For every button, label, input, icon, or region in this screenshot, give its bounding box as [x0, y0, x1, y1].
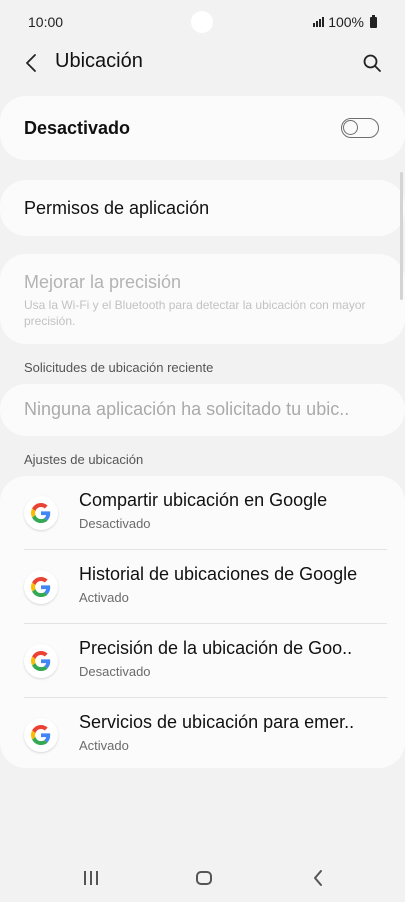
status-right: 100% [313, 14, 377, 30]
app-header: Ubicación [0, 42, 405, 82]
list-item-google-location-accuracy[interactable]: Precisión de la ubicación de Goo.. Desac… [0, 624, 405, 698]
search-button[interactable] [359, 50, 385, 76]
list-item-emergency-location-services[interactable]: Servicios de ubicación para emer.. Activ… [0, 698, 405, 772]
system-back-button[interactable] [306, 867, 330, 889]
location-switch[interactable] [341, 118, 379, 138]
back-arrow-icon [314, 870, 322, 886]
list-item-title: Servicios de ubicación para emer.. [79, 712, 355, 732]
google-icon [24, 718, 58, 752]
location-settings-card: Compartir ubicación en Google Desactivad… [0, 476, 405, 768]
list-item-title: Compartir ubicación en Google [79, 490, 328, 510]
system-nav-bar [0, 856, 405, 902]
home-icon [196, 871, 212, 885]
search-icon [363, 54, 381, 72]
improve-precision-title: Mejorar la precisión [24, 272, 182, 292]
home-button[interactable] [192, 867, 216, 889]
battery-percent: 100% [328, 14, 364, 30]
list-item-subtitle: Activado [79, 738, 129, 753]
app-permissions-item[interactable]: Permisos de aplicación [0, 180, 405, 236]
signal-icon [313, 17, 325, 27]
list-item-subtitle: Desactivado [79, 664, 151, 679]
list-item-google-location-sharing[interactable]: Compartir ubicación en Google Desactivad… [0, 476, 405, 550]
switch-knob [343, 120, 358, 135]
google-icon [24, 644, 58, 678]
chevron-left-icon [26, 54, 36, 72]
back-button[interactable] [18, 50, 44, 76]
app-permissions-label: Permisos de aplicación [24, 198, 210, 218]
scrollbar[interactable] [400, 172, 403, 300]
google-icon [24, 496, 58, 530]
page-title: Ubicación [55, 50, 143, 72]
list-item-title: Precisión de la ubicación de Goo.. [79, 638, 353, 658]
recent-apps-icon [84, 871, 86, 885]
list-item-subtitle: Desactivado [79, 516, 151, 531]
improve-precision-item: Mejorar la precisión Usa la Wi-Fi y el B… [0, 254, 405, 344]
google-icon [24, 570, 58, 604]
status-time: 10:00 [28, 14, 64, 30]
recent-apps-button[interactable] [80, 866, 102, 890]
battery-icon [370, 14, 377, 28]
location-toggle-label: Desactivado [24, 118, 131, 138]
improve-precision-description: Usa la Wi-Fi y el Bluetooth para detecta… [24, 298, 366, 328]
camera-cutout [191, 11, 213, 33]
list-item-subtitle: Activado [79, 590, 129, 605]
location-settings-header: Ajustes de ubicación [24, 452, 144, 467]
recent-requests-header: Solicitudes de ubicación reciente [24, 360, 214, 375]
recent-requests-card: Ninguna aplicación ha solicitado tu ubic… [0, 384, 405, 436]
list-item-google-location-history[interactable]: Historial de ubicaciones de Google Activ… [0, 550, 405, 624]
recent-requests-empty-text: Ninguna aplicación ha solicitado tu ubic… [24, 399, 350, 419]
list-item-title: Historial de ubicaciones de Google [79, 564, 358, 584]
